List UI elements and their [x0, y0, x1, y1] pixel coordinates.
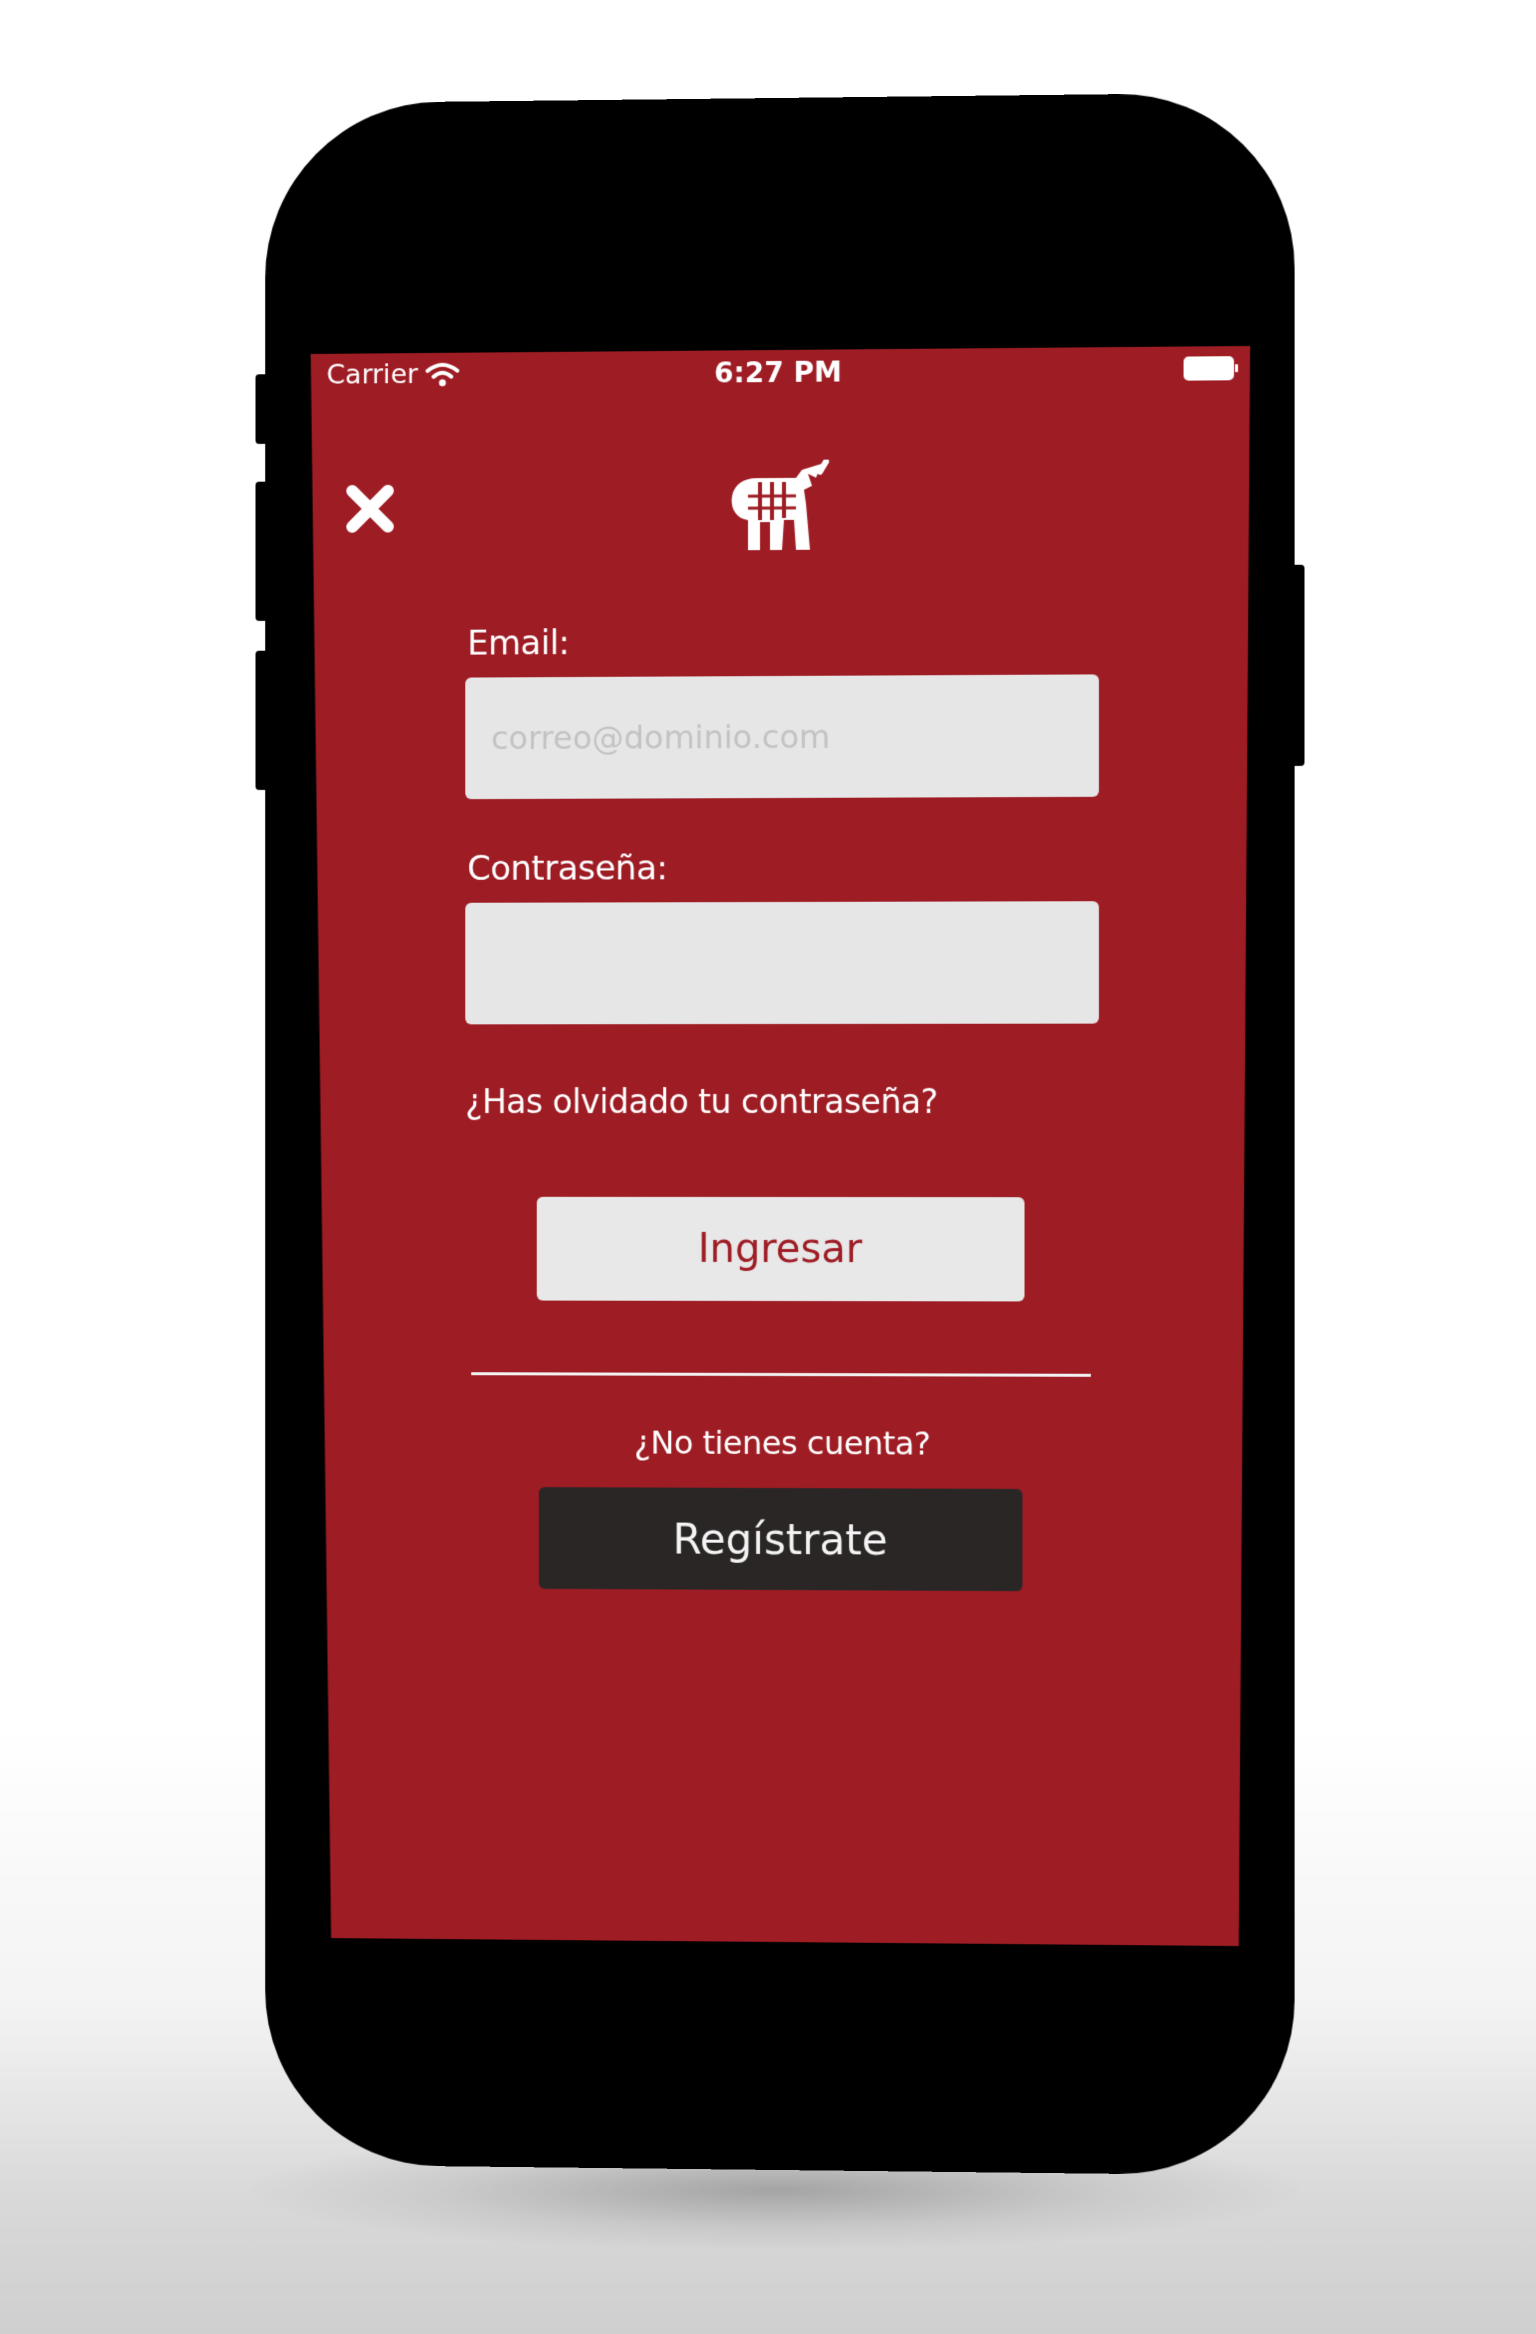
close-icon [342, 481, 397, 537]
register-button[interactable]: Regístrate [539, 1487, 1023, 1591]
cow-logo-icon [726, 460, 836, 557]
phone-side-button [255, 374, 269, 444]
app-screen: Carrier 6:27 PM Email: Co [311, 346, 1250, 1946]
phone-frame: Carrier 6:27 PM Email: Co [265, 92, 1294, 2176]
login-form: Email: Contraseña: ¿Has olvidado tu cont… [465, 620, 1101, 1591]
status-time: 6:27 PM [311, 352, 1250, 393]
phone-volume-down-button [255, 651, 269, 790]
phone-power-button [1291, 565, 1305, 766]
divider [471, 1372, 1091, 1377]
status-bar: Carrier 6:27 PM [311, 346, 1250, 404]
email-input[interactable] [465, 674, 1099, 799]
battery-icon [1184, 356, 1234, 381]
phone-volume-up-button [255, 482, 269, 621]
email-label: Email: [467, 620, 1101, 663]
password-label: Contraseña: [467, 847, 1101, 889]
close-button[interactable] [342, 481, 397, 537]
password-input[interactable] [465, 901, 1099, 1024]
forgot-password-link[interactable]: ¿Has olvidado tu contraseña? [465, 1082, 1101, 1121]
login-button[interactable]: Ingresar [537, 1197, 1025, 1302]
no-account-text: ¿No tienes cuenta? [465, 1423, 1101, 1463]
